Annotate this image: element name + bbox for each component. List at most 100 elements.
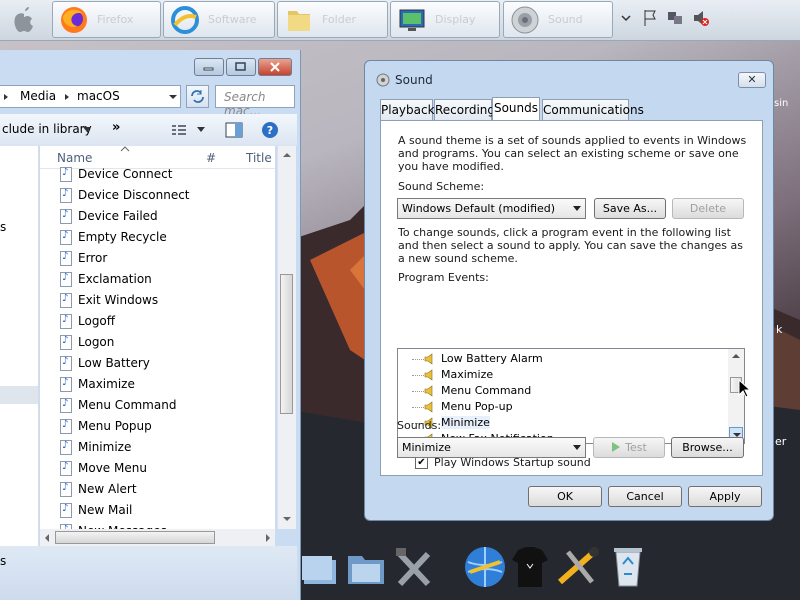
taskbar-button-firefox[interactable]: Firefox [52, 1, 161, 38]
list-item[interactable]: Low Battery [60, 353, 270, 374]
list-item[interactable]: Maximize [60, 374, 270, 395]
sound-scheme-select[interactable]: Windows Default (modified) [397, 198, 586, 219]
more-commands-chevron-icon[interactable]: » [112, 120, 120, 135]
utilities-icon[interactable] [392, 544, 436, 592]
refresh-button[interactable] [186, 85, 209, 108]
recycle-bin-icon[interactable] [608, 544, 648, 590]
list-item[interactable]: Exit Windows [60, 290, 270, 311]
show-hidden-icons-chevron-icon[interactable] [620, 8, 632, 28]
list-item[interactable]: Exclamation [60, 269, 270, 290]
nav-fragment[interactable]: s [0, 220, 6, 234]
tab-communications[interactable]: Communications [542, 99, 644, 120]
list-item[interactable]: New Messages [60, 521, 270, 529]
column-name[interactable]: Name [57, 151, 92, 165]
include-in-library-button[interactable]: clude in library [2, 122, 92, 136]
apply-button[interactable]: Apply [688, 486, 762, 507]
taskbar-button-folder[interactable]: Folder [277, 1, 388, 38]
search-input[interactable]: Search mac... [215, 85, 295, 118]
taskbar-button-display[interactable]: Display [390, 1, 500, 38]
list-item[interactable]: Device Connect [60, 164, 270, 185]
list-item[interactable]: Menu Command [60, 395, 270, 416]
scroll-left-icon[interactable] [44, 533, 50, 543]
clock[interactable]: 2/14/2024 [722, 2, 773, 18]
preview-pane-icon[interactable] [225, 122, 243, 138]
software-icon [171, 6, 199, 34]
flag-icon[interactable] [642, 8, 658, 28]
minimize-button[interactable] [194, 58, 224, 76]
h-scroll-thumb[interactable] [55, 531, 215, 544]
taskbar-label: Display [435, 13, 476, 26]
program-event-item[interactable]: Minimize [398, 415, 728, 431]
volume-muted-icon[interactable] [692, 8, 710, 28]
sound-dialog: Sound ✕ Playback Recording Sounds Commun… [364, 60, 774, 521]
tab-playback[interactable]: Playback [380, 99, 435, 120]
network-icon[interactable] [666, 8, 684, 28]
apple-menu[interactable] [0, 0, 48, 40]
help-icon[interactable]: ? [261, 121, 279, 139]
background-window-fragment: er [775, 435, 787, 448]
breadcrumb-media[interactable]: Media [20, 89, 56, 103]
taskbar-button-software[interactable]: Software [163, 1, 275, 38]
tshirt-icon[interactable] [510, 544, 550, 590]
list-item[interactable]: Logon [60, 332, 270, 353]
nav-selected-item[interactable] [0, 386, 38, 404]
ok-button[interactable]: OK [528, 486, 602, 507]
list-item[interactable]: Minimize [60, 437, 270, 458]
list-item[interactable]: Error [60, 248, 270, 269]
dialog-title: Sound [395, 73, 433, 87]
display-icon [399, 9, 425, 31]
breadcrumb-macos[interactable]: macOS [77, 89, 120, 103]
program-event-item[interactable]: Menu Pop-up [398, 399, 728, 415]
address-bar[interactable]: Media macOS [0, 85, 181, 108]
column-title[interactable]: Title [246, 151, 272, 165]
list-item[interactable]: Device Failed [60, 206, 270, 227]
view-options-icon[interactable] [171, 124, 187, 136]
file-list-scrollbar[interactable] [277, 146, 296, 529]
tab-sounds[interactable]: Sounds [492, 97, 540, 121]
save-as-button[interactable]: Save As... [594, 198, 666, 219]
scroll-up-icon[interactable] [731, 352, 741, 360]
documents-folder-icon[interactable] [344, 546, 388, 590]
list-item[interactable]: Device Disconnect [60, 185, 270, 206]
tab-recording[interactable]: Recording [434, 99, 495, 120]
network-globe-icon[interactable] [460, 542, 510, 592]
test-button[interactable]: Test [593, 437, 665, 458]
dock [300, 540, 650, 600]
column-number[interactable]: # [206, 151, 216, 165]
scroll-thumb[interactable] [280, 274, 293, 414]
taskbar-button-sound[interactable]: Sound [503, 1, 613, 38]
delete-button[interactable]: Delete [672, 198, 744, 219]
program-events-list[interactable]: Low Battery Alarm Maximize Menu Command Men… [397, 348, 745, 444]
view-dropdown-icon[interactable] [196, 126, 206, 134]
folder-stack-icon[interactable] [300, 548, 340, 588]
file-name: New Alert [78, 482, 137, 496]
browse-button[interactable]: Browse... [671, 437, 744, 458]
list-item[interactable]: Empty Recycle [60, 227, 270, 248]
scroll-down-icon[interactable] [282, 516, 292, 522]
close-button[interactable] [258, 58, 292, 76]
sounds-select[interactable]: Minimize [397, 437, 586, 458]
maximize-button[interactable] [226, 58, 256, 76]
list-item[interactable]: Move Menu [60, 458, 270, 479]
status-bar: s [0, 546, 297, 600]
list-item[interactable]: Logoff [60, 311, 270, 332]
audio-file-icon [60, 209, 72, 224]
file-name: Empty Recycle [78, 230, 167, 244]
list-item[interactable]: New Alert [60, 479, 270, 500]
list-item[interactable]: New Mail [60, 500, 270, 521]
list-item[interactable]: Menu Popup [60, 416, 270, 437]
address-dropdown-icon[interactable] [168, 93, 178, 101]
audio-file-icon [60, 293, 72, 308]
speaker-icon [424, 369, 433, 381]
program-event-item[interactable]: Menu Command [398, 383, 728, 399]
program-event-item[interactable]: Maximize [398, 367, 728, 383]
program-event-item[interactable]: Low Battery Alarm [398, 351, 728, 367]
program-event-label: Minimize [441, 416, 490, 429]
scroll-up-icon[interactable] [282, 152, 292, 158]
cancel-button[interactable]: Cancel [608, 486, 682, 507]
system-tools-icon[interactable] [554, 544, 604, 590]
dialog-close-button[interactable]: ✕ [738, 72, 766, 88]
horizontal-scrollbar[interactable] [40, 529, 275, 546]
scroll-right-icon[interactable] [265, 533, 271, 543]
audio-file-icon [60, 272, 72, 287]
